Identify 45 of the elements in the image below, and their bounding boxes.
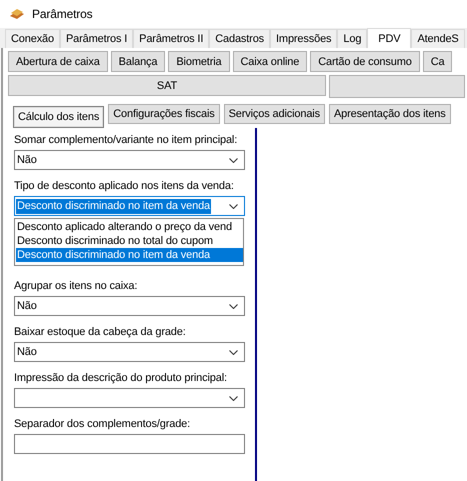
field-label: Baixar estoque da cabeça da grade: (14, 325, 187, 340)
sub-tab[interactable]: Cálculo dos itens (13, 106, 104, 128)
section-button[interactable]: Biometria (168, 51, 230, 72)
dropdown[interactable]: Não (14, 150, 245, 170)
tab[interactable]: Conexão (5, 29, 60, 48)
tab[interactable]: Impressões (270, 29, 338, 48)
tab[interactable]: PDV (367, 28, 412, 49)
chevron-down-icon (229, 158, 238, 162)
dropdown[interactable]: Não (14, 342, 245, 362)
tab[interactable]: Parâmetros II (133, 29, 210, 48)
section-button[interactable]: Caixa online (232, 51, 308, 72)
dropdown-option[interactable]: Desconto discriminado no total do cupom (16, 234, 243, 248)
tab[interactable]: Log (337, 29, 368, 48)
chevron-down-icon (229, 396, 238, 400)
window-title: Parâmetros (32, 7, 93, 21)
section-button[interactable]: Ca (422, 51, 452, 72)
chevron-down-icon (229, 204, 238, 208)
sub-tab[interactable]: Serviços adicionais (224, 104, 325, 124)
tab[interactable]: AtendeS (411, 29, 465, 48)
tab[interactable]: Cadastros (209, 29, 270, 48)
chevron-down-icon (229, 304, 238, 308)
dropdown-option[interactable]: Desconto discriminado no item da venda (16, 248, 243, 262)
dropdown-option[interactable]: Desconto aplicado alterando o preço da vend (16, 220, 243, 234)
field-label: Agrupar os itens no caixa: (14, 279, 138, 294)
dropdown-value: Não (16, 152, 38, 168)
dropdown-value: Não (16, 298, 38, 314)
field-label: Separador dos complementos/grade: (14, 417, 192, 432)
dropdown-value: Desconto discriminado no item da venda (16, 198, 212, 214)
section-button[interactable]: Abertura de caixa (8, 51, 108, 72)
dropdown[interactable] (14, 388, 245, 408)
section-button[interactable]: Cartão de consumo (310, 51, 420, 72)
dropdown-value: Não (16, 344, 38, 360)
app-icon (9, 8, 25, 20)
field-label: Impressão da descrição do produto principal: (14, 371, 228, 386)
chevron-down-icon (229, 350, 238, 354)
field-label: Tipo de desconto aplicado nos itens da venda: (14, 179, 235, 194)
section-button[interactable]: Balança (110, 51, 166, 72)
sub-tab[interactable]: Apresentação dos itens (328, 104, 451, 124)
sub-tab[interactable]: Configurações fiscais (108, 104, 220, 124)
field-label: Somar complemento/variante no item principal: (14, 133, 238, 148)
dropdown[interactable]: Não (14, 296, 245, 316)
input-field[interactable] (14, 434, 245, 454)
tab[interactable]: Parâmetros I (60, 29, 134, 48)
section-button[interactable]: SAT (8, 75, 326, 96)
dropdown[interactable]: Desconto discriminado no item da venda (14, 196, 245, 216)
